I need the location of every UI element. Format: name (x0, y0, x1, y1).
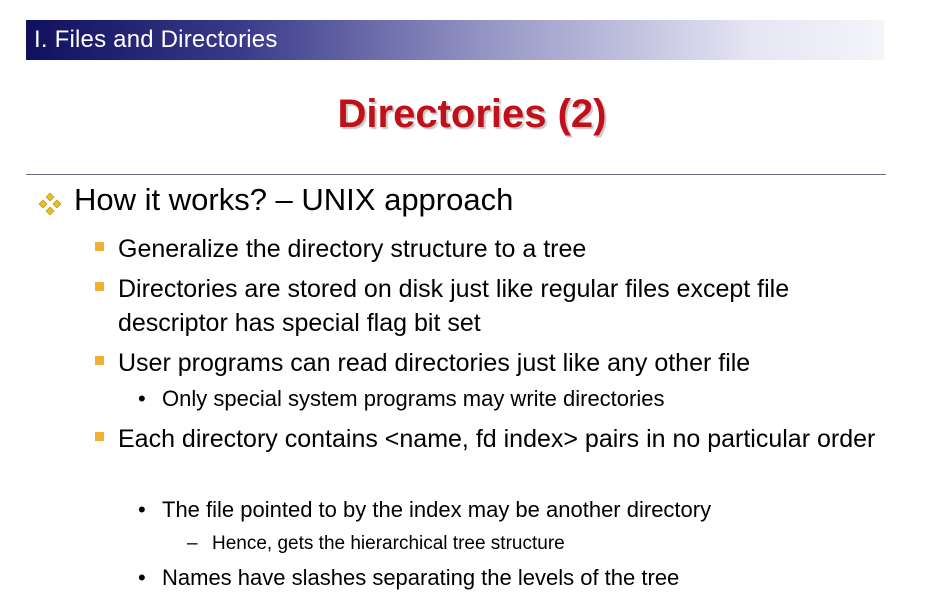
section-header-bar: I. Files and Directories (26, 20, 884, 60)
diamond-bullet-icon (38, 192, 62, 216)
square-bullet-icon (95, 356, 104, 365)
title-divider (26, 174, 886, 175)
sub-sub-bullet-text: Hence, gets the hierarchical tree struct… (212, 533, 565, 554)
section-label: I. Files and Directories (34, 26, 278, 53)
sub-bullet-text: Names have slashes separating the levels… (162, 565, 680, 590)
bullet-text: Generalize the directory structure to a … (118, 235, 587, 263)
dash-bullet-icon: – (187, 533, 198, 554)
dot-bullet-icon: • (138, 565, 146, 590)
dot-bullet-icon: • (138, 497, 146, 522)
square-bullet-icon (95, 282, 104, 291)
bullet-text: Each directory contains <name, fd index>… (118, 425, 876, 453)
square-bullet-icon (95, 432, 104, 441)
square-bullet-icon (95, 242, 104, 251)
bullet-text: Directories are stored on disk just like… (118, 275, 790, 337)
sub-bullet-text: Only special system programs may write d… (162, 386, 665, 411)
bullet-text: User programs can read directories just … (118, 349, 751, 377)
slide-title: Directories (2) (337, 92, 607, 136)
dot-bullet-icon: • (138, 386, 146, 411)
sub-bullet-text: The file pointed to by the index may be … (162, 497, 712, 522)
heading-text: How it works? – UNIX approach (74, 182, 514, 217)
